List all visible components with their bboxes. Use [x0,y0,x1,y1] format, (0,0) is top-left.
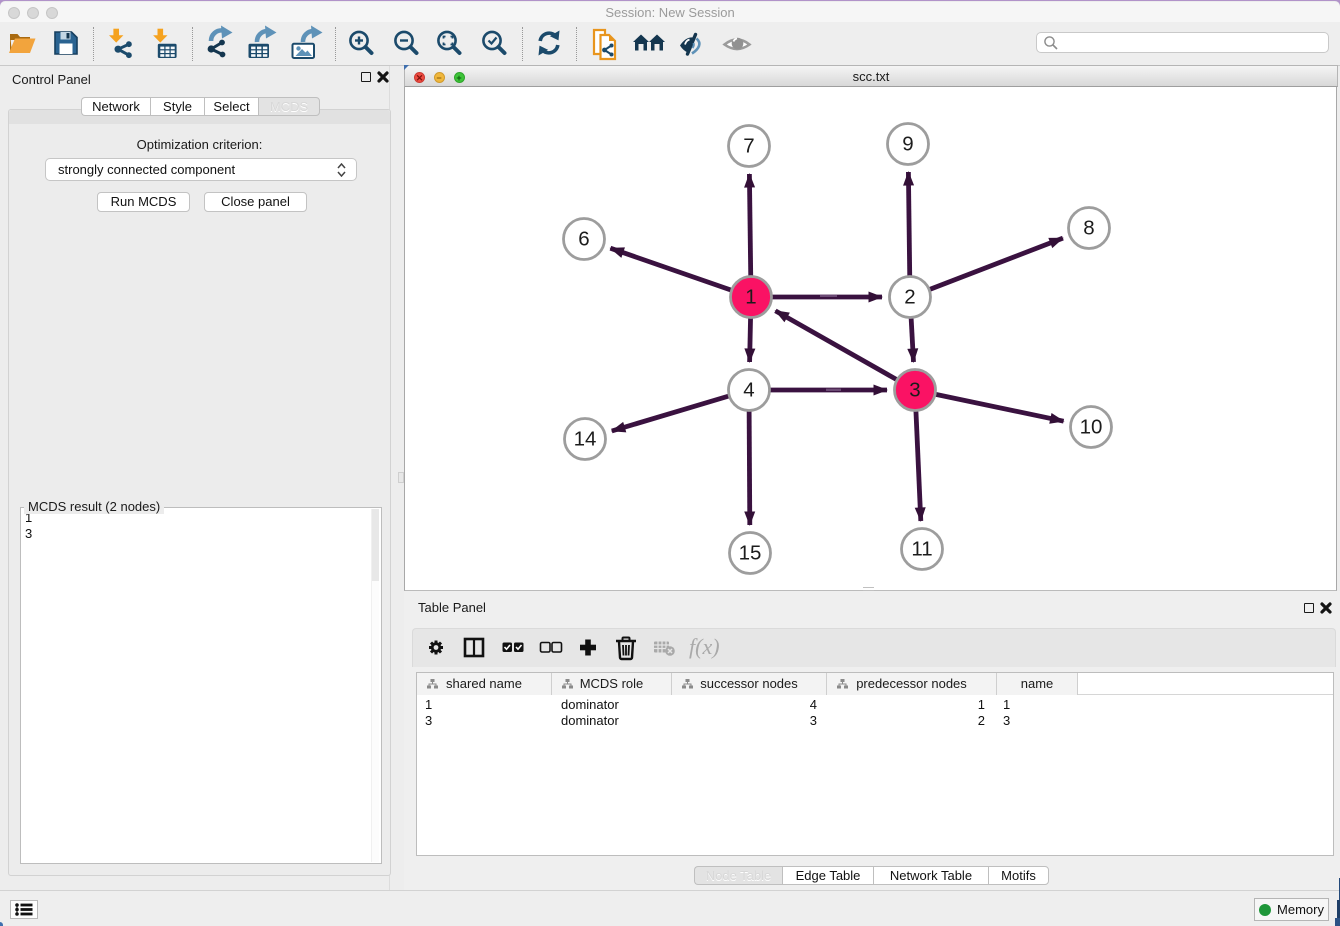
svg-text:1: 1 [745,286,756,309]
svg-text:7: 7 [743,135,754,158]
svg-text:f(x): f(x) [689,634,720,659]
svg-text:10: 10 [1080,416,1103,439]
svg-text:2: 2 [904,286,915,309]
svg-text:9: 9 [902,133,913,156]
svg-text:14: 14 [574,428,597,451]
svg-text:8: 8 [1083,217,1094,240]
svg-text:15: 15 [739,542,762,565]
svg-text:4: 4 [743,379,754,402]
svg-text:3: 3 [909,379,920,402]
svg-text:11: 11 [911,538,932,561]
svg-text:6: 6 [578,228,589,251]
